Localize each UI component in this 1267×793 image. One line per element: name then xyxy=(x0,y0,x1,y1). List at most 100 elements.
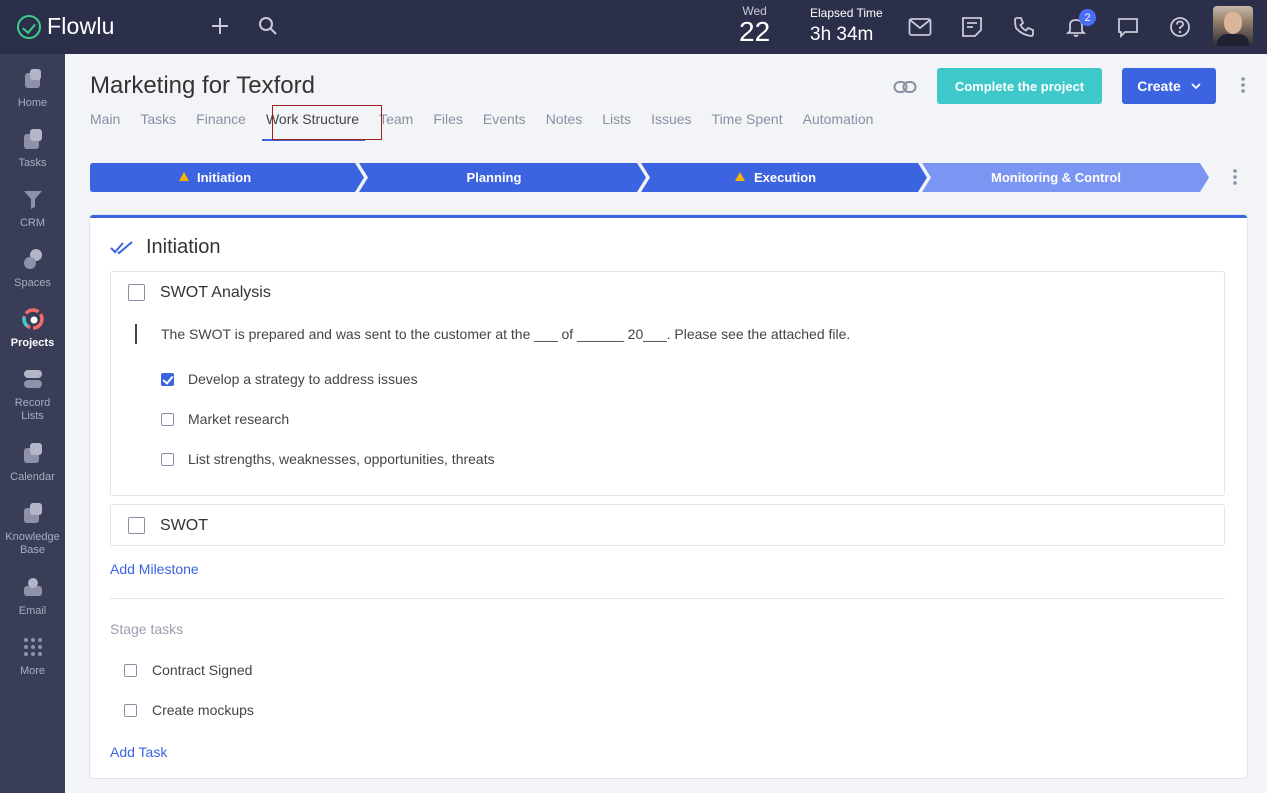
subtask-label[interactable]: List strengths, weaknesses, opportunitie… xyxy=(188,451,495,467)
tab-automation[interactable]: Automation xyxy=(793,111,884,133)
stage-options-icon[interactable] xyxy=(1232,168,1238,186)
milestone-title[interactable]: SWOT xyxy=(160,517,208,535)
notifications-badge: 2 xyxy=(1079,9,1096,26)
milestone-title[interactable]: SWOT Analysis xyxy=(160,284,271,302)
subtask-checkbox[interactable] xyxy=(161,373,174,386)
stage-bar: Initiation Planning Execution Monitoring… xyxy=(90,163,1209,192)
complete-project-button[interactable]: Complete the project xyxy=(937,68,1102,104)
sidebar-item-record-lists[interactable]: Record Lists xyxy=(0,368,65,423)
milestone-description: The SWOT is prepared and was sent to the… xyxy=(135,324,850,344)
top-bar: Flowlu Wed 22 Elapsed Time 3h 34m 2 xyxy=(0,0,1267,54)
projects-icon xyxy=(21,308,44,330)
sidebar-item-projects[interactable]: Projects xyxy=(0,308,65,350)
double-check-icon xyxy=(110,240,133,254)
phone-icon[interactable] xyxy=(1011,14,1037,40)
subtask-label[interactable]: Develop a strategy to address issues xyxy=(188,371,418,387)
tab-finance[interactable]: Finance xyxy=(186,111,256,133)
milestone-checkbox[interactable] xyxy=(128,517,145,534)
calendar-icon xyxy=(23,443,42,463)
add-task-link[interactable]: Add Task xyxy=(110,744,167,760)
mail-icon[interactable] xyxy=(907,14,933,40)
crm-icon xyxy=(23,191,42,209)
create-button-label: Create xyxy=(1137,78,1181,94)
notes-icon[interactable] xyxy=(959,14,985,40)
date-day: 22 xyxy=(739,16,771,47)
app-logo[interactable]: Flowlu xyxy=(17,13,115,40)
sidebar-item-label: Home xyxy=(17,97,48,109)
subtask-checkbox[interactable] xyxy=(161,453,174,466)
app-name: Flowlu xyxy=(47,13,115,39)
tab-lists[interactable]: Lists xyxy=(592,111,641,133)
user-avatar[interactable] xyxy=(1213,6,1253,46)
help-icon[interactable] xyxy=(1167,14,1193,40)
elapsed-time-label: Elapsed Time xyxy=(810,6,883,20)
stage-task-label[interactable]: Contract Signed xyxy=(152,662,252,678)
milestone-card: SWOT xyxy=(110,504,1225,546)
tab-time-spent[interactable]: Time Spent xyxy=(702,111,793,133)
milestone-checkbox[interactable] xyxy=(128,284,145,301)
add-milestone-link[interactable]: Add Milestone xyxy=(110,561,199,577)
stage-task-label[interactable]: Create mockups xyxy=(152,702,254,718)
sidebar-item-spaces[interactable]: Spaces xyxy=(0,248,65,290)
more-options-icon[interactable] xyxy=(1240,76,1246,94)
sidebar-item-email[interactable]: Email xyxy=(0,576,65,618)
sidebar-item-crm[interactable]: CRM xyxy=(0,188,65,230)
more-grid-icon xyxy=(23,638,42,656)
sidebar-item-label: More xyxy=(19,665,46,677)
create-button[interactable]: Create xyxy=(1122,68,1216,104)
tab-highlight-frame xyxy=(272,105,382,140)
page-title: Marketing for Texford xyxy=(90,72,315,99)
chevron-down-icon xyxy=(1191,82,1201,89)
sidebar-item-home[interactable]: Home xyxy=(0,68,65,110)
tab-main[interactable]: Main xyxy=(90,111,130,133)
stage-monitoring-control[interactable]: Monitoring & Control xyxy=(922,163,1209,192)
tab-events[interactable]: Events xyxy=(473,111,536,133)
stage-planning[interactable]: Planning xyxy=(359,163,646,192)
sidebar-item-label: Spaces xyxy=(14,277,51,289)
sidebar-item-knowledge-base[interactable]: Knowledge Base xyxy=(0,502,65,557)
project-tabs: Main Tasks Finance Work Structure Team F… xyxy=(90,111,884,141)
tab-issues[interactable]: Issues xyxy=(641,111,701,133)
stage-section-header: Initiation xyxy=(110,236,221,259)
stage-label: Execution xyxy=(754,170,816,185)
stage-label: Monitoring & Control xyxy=(991,170,1121,185)
subtask-label[interactable]: Market research xyxy=(188,411,289,427)
sidebar-item-label: Calendar xyxy=(10,471,55,483)
stage-task-checkbox[interactable] xyxy=(124,704,137,717)
sidebar-item-more[interactable]: More xyxy=(0,636,65,678)
elapsed-time-value: 3h 34m xyxy=(810,24,874,45)
sidebar: Home Tasks CRM Spaces Projects Record Li… xyxy=(0,54,65,793)
section-divider xyxy=(110,598,1225,599)
sidebar-item-label: Email xyxy=(18,605,47,617)
spaces-icon xyxy=(23,249,42,269)
sidebar-item-calendar[interactable]: Calendar xyxy=(0,442,65,484)
chat-icon[interactable] xyxy=(1115,14,1141,40)
sidebar-item-label: Knowledge Base xyxy=(5,531,60,556)
plus-icon[interactable] xyxy=(210,14,230,38)
tab-notes[interactable]: Notes xyxy=(536,111,593,133)
main-content: Marketing for Texford Complete the proje… xyxy=(65,54,1267,793)
sidebar-item-label: Record Lists xyxy=(14,397,51,422)
tasks-icon xyxy=(23,129,42,149)
sidebar-item-tasks[interactable]: Tasks xyxy=(0,128,65,170)
email-icon xyxy=(23,578,42,596)
search-icon[interactable] xyxy=(258,16,278,36)
date-display: Wed 22 xyxy=(739,4,770,46)
stage-label: Planning xyxy=(467,170,522,185)
home-icon xyxy=(24,69,41,88)
stage-tasks-heading: Stage tasks xyxy=(110,621,184,637)
sidebar-item-label: Tasks xyxy=(18,157,47,169)
stage-execution[interactable]: Execution xyxy=(641,163,927,192)
stage-task-checkbox[interactable] xyxy=(124,664,137,677)
tab-tasks[interactable]: Tasks xyxy=(130,111,186,133)
elapsed-time[interactable]: Elapsed Time 3h 34m xyxy=(810,6,883,46)
link-icon[interactable] xyxy=(893,78,917,96)
stage-section-title: Initiation xyxy=(146,236,221,258)
subtask-checkbox[interactable] xyxy=(161,413,174,426)
stage-initiation[interactable]: Initiation xyxy=(90,163,364,192)
milestone-card: SWOT Analysis The SWOT is prepared and w… xyxy=(110,271,1225,496)
knowledge-base-icon xyxy=(23,503,42,523)
stage-card: Initiation SWOT Analysis The SWOT is pre… xyxy=(90,215,1247,778)
sidebar-item-label: CRM xyxy=(19,217,46,229)
tab-files[interactable]: Files xyxy=(423,111,473,133)
